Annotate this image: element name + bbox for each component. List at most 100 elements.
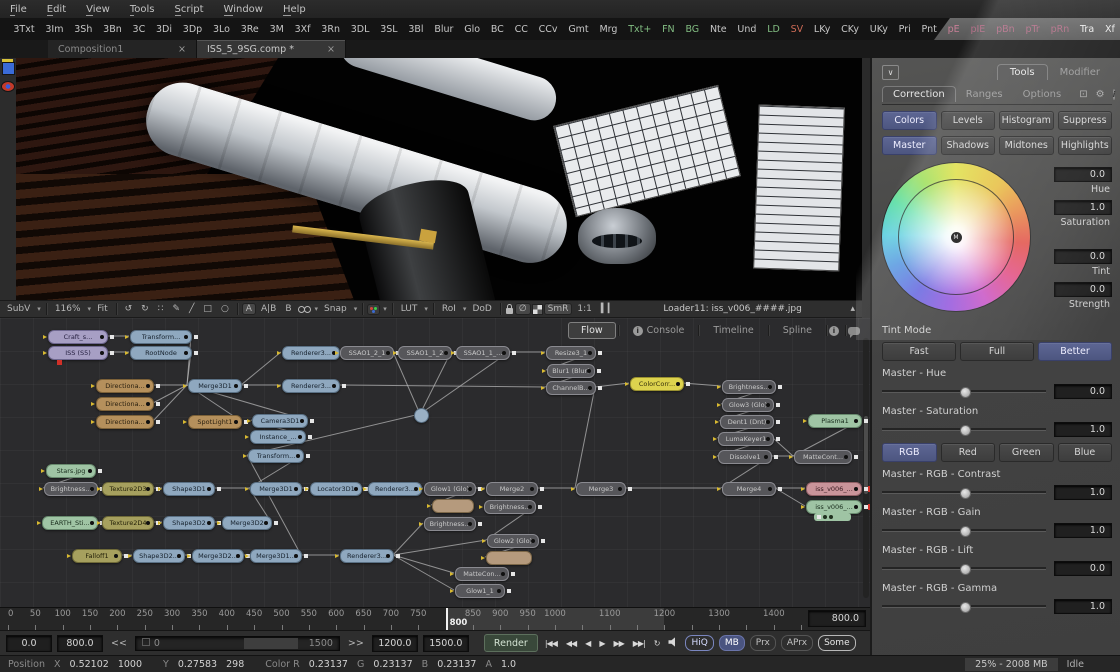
slider-thumb[interactable] <box>960 425 971 436</box>
tab-flow[interactable]: Flow <box>568 322 616 339</box>
node-dir3[interactable]: Directiona... <box>96 415 154 429</box>
viewer-canvas[interactable] <box>0 58 862 300</box>
node-inst1[interactable]: Instance_... <box>250 430 306 444</box>
time-field-renderend[interactable]: 1200.0 <box>372 635 418 652</box>
tool-3bn-button[interactable]: 3Bn <box>98 24 127 35</box>
node-ren3b[interactable]: Renderer3... <box>282 379 340 393</box>
node-glow1[interactable]: Glow1 (Glo) <box>424 482 476 496</box>
node-merge4[interactable]: Merge4 <box>722 482 776 496</box>
flow-scrollbar[interactable] <box>863 338 869 598</box>
subview-button[interactable]: SubV <box>4 304 33 314</box>
node-luma1[interactable]: LumaKeyer1 <box>718 432 774 446</box>
slider-thumb[interactable] <box>960 387 971 398</box>
panel-tab-tools[interactable]: Tools <box>997 64 1048 80</box>
menu-file[interactable]: File <box>10 4 27 15</box>
menu-edit[interactable]: Edit <box>47 4 66 15</box>
node-merge3d1b[interactable]: Merge3D1 <box>250 482 302 496</box>
tool-bg-button[interactable]: BG <box>680 24 705 35</box>
node-ssao1[interactable]: SSAO1_2_1 <box>340 346 394 360</box>
node-spot1[interactable]: SpotLight1 <box>188 415 242 429</box>
node-colorcorr[interactable]: ColorCorr... <box>630 377 684 391</box>
node-dir2[interactable]: Directiona... <box>96 397 154 411</box>
node-mattec2[interactable]: MatteCon... <box>455 567 509 581</box>
slider-value-field[interactable]: 1.0 <box>1054 422 1112 437</box>
knife-tool-icon[interactable]: ╱ <box>186 304 197 314</box>
tool-gmt-button[interactable]: Gmt <box>563 24 594 35</box>
tool-pbn-button[interactable]: pBn <box>991 24 1020 35</box>
time-field-end[interactable]: 1500.0 <box>423 635 469 652</box>
color-picker-icon[interactable]: ⊡ <box>1079 89 1087 100</box>
subtab-options[interactable]: Options <box>1013 87 1072 102</box>
node-bright2[interactable]: Brightness... <box>484 500 536 514</box>
range-end-field[interactable]: 800.0 <box>808 610 866 627</box>
tint-field[interactable]: 0.0 <box>1054 249 1112 264</box>
red-button[interactable]: Red <box>941 443 996 462</box>
node-shape2[interactable]: Shape3D2 <box>163 516 215 530</box>
suppress-button[interactable]: Suppress <box>1058 111 1113 130</box>
close-icon[interactable]: × <box>178 44 186 55</box>
slider-value-field[interactable]: 0.0 <box>1054 384 1112 399</box>
mb-toggle[interactable]: MB <box>719 635 745 651</box>
node-issv-green[interactable]: iss_v006_... <box>806 500 862 514</box>
levels-button[interactable]: Levels <box>941 111 996 130</box>
tool-blur-button[interactable]: Blur <box>429 24 459 35</box>
hue-field[interactable]: 0.0 <box>1054 167 1112 182</box>
slider-value-field[interactable]: 1.0 <box>1054 523 1112 538</box>
node-stars[interactable]: Stars.jpg <box>46 464 96 478</box>
loop-button[interactable]: ↻ <box>652 639 662 648</box>
node-iss[interactable]: ISS (S5) <box>48 346 108 360</box>
tool-3sl-button[interactable]: 3SL <box>375 24 403 35</box>
midtones-button[interactable]: Midtones <box>999 136 1054 155</box>
goto-end-button[interactable]: ▶▶| <box>631 639 647 648</box>
composition-tab-composition1[interactable]: Composition1× <box>48 40 197 58</box>
tool-3c-button[interactable]: 3C <box>127 24 150 35</box>
highlights-button[interactable]: Highlights <box>1058 136 1113 155</box>
pixel-ratio-button[interactable]: 1:1 <box>574 304 594 314</box>
info-icon[interactable]: i <box>1113 89 1116 100</box>
close-icon[interactable]: × <box>327 44 335 55</box>
menu-script[interactable]: Script <box>175 4 204 15</box>
audio-button[interactable] <box>666 637 680 649</box>
gear-icon[interactable]: ⚙ <box>1096 89 1105 100</box>
tool-3lo-button[interactable]: 3Lo <box>208 24 236 35</box>
node-bright-l[interactable]: Brightness... <box>44 482 98 496</box>
node-ren3a[interactable]: Renderer3... <box>282 346 340 360</box>
node-mattec1[interactable]: MatteCont... <box>794 450 852 464</box>
slider-thumb[interactable] <box>960 526 971 537</box>
node-transform1[interactable]: Transform... <box>130 330 192 344</box>
grid-tool-icon[interactable]: ∷ <box>155 304 167 314</box>
timeline-ruler[interactable]: 0501001502002503003504004505005506006507… <box>0 607 870 631</box>
play-button[interactable]: ▶ <box>597 639 606 648</box>
ellipse-select-icon[interactable]: ○ <box>218 304 232 314</box>
lut-button[interactable]: LUT <box>398 304 421 314</box>
goto-start-button[interactable]: |◀◀ <box>543 639 559 648</box>
lock-icon[interactable] <box>506 308 513 314</box>
range-start-handle[interactable] <box>142 638 150 646</box>
node-glow3[interactable]: Glow3 (Glo) <box>722 398 774 412</box>
tool-3dp-button[interactable]: 3Dp <box>177 24 207 35</box>
play-reverse-button[interactable]: ◀ <box>583 639 592 648</box>
node-merge3d2[interactable]: Merge3D2 <box>222 516 272 530</box>
histogram-button[interactable]: Histogram <box>999 111 1054 130</box>
info-icon[interactable]: i <box>829 326 839 336</box>
node-merge3[interactable]: Merge3 <box>576 482 626 496</box>
tool-nte-button[interactable]: Nte <box>705 24 732 35</box>
color-wheel-marker[interactable]: M <box>951 232 962 243</box>
node-tex4[interactable]: Texture2D4 <box>102 516 154 530</box>
full-button[interactable]: Full <box>960 342 1034 361</box>
node-cam1[interactable]: Camera3D1 <box>252 414 308 428</box>
panel-tab-modifier[interactable]: Modifier <box>1048 65 1112 80</box>
slider-value-field[interactable]: 1.0 <box>1054 599 1112 614</box>
node-glow1-1[interactable]: Glow1_1 <box>455 584 505 598</box>
tab-spline[interactable]: Spline <box>771 323 824 338</box>
checker-icon[interactable] <box>533 305 542 314</box>
tool-pe-button[interactable]: pE <box>942 24 965 35</box>
slider-thumb[interactable] <box>960 488 971 499</box>
node-tanbar2[interactable] <box>486 551 532 565</box>
tool-pnt-button[interactable]: Pnt <box>916 24 942 35</box>
tool-txt-button[interactable]: Txt+ <box>623 24 657 35</box>
node-ren3d[interactable]: Renderer3... <box>340 549 394 563</box>
fast-rewind-button[interactable]: ◀◀ <box>564 639 578 648</box>
tool-mrg-button[interactable]: Mrg <box>594 24 623 35</box>
node-dent1[interactable]: Dent1 (Dnt) <box>720 415 774 429</box>
